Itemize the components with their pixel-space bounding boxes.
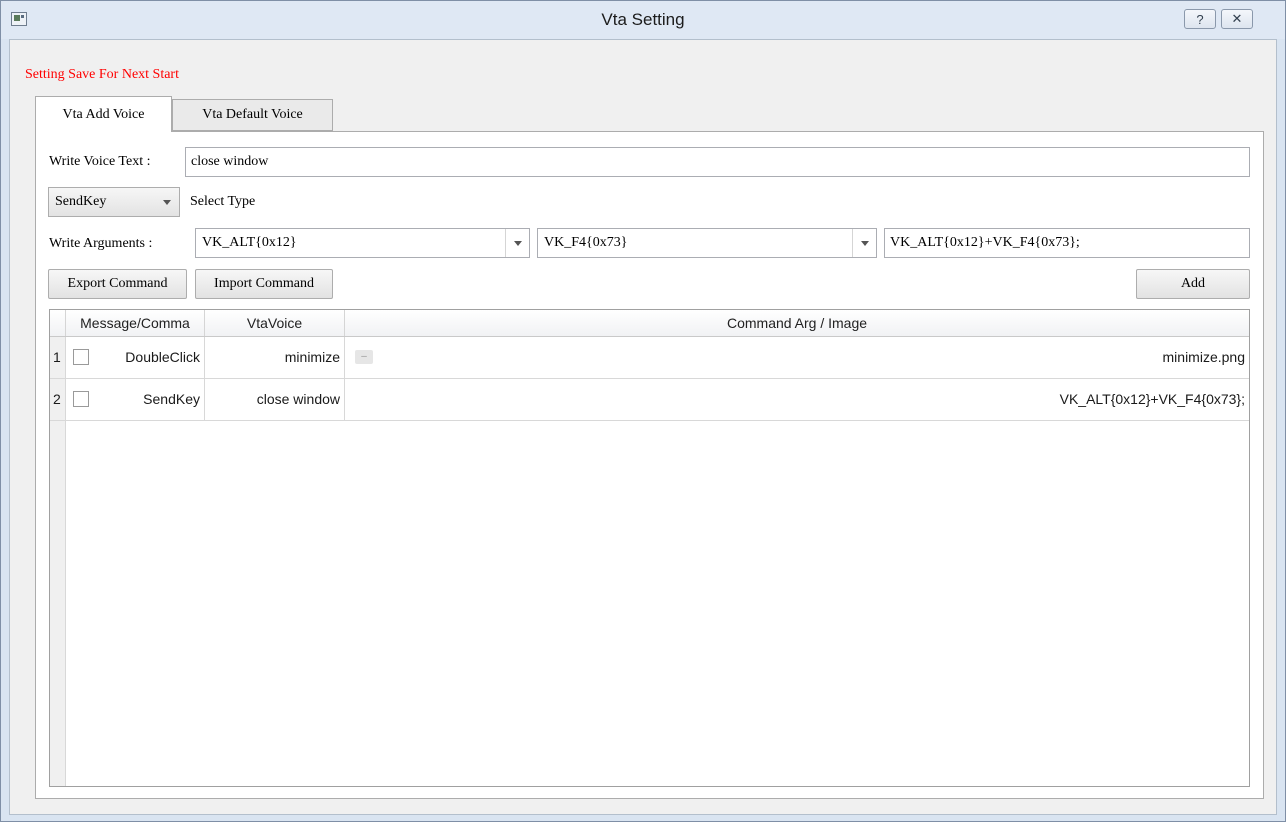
- save-notice: Setting Save For Next Start: [25, 67, 179, 82]
- argument-result-input[interactable]: VK_ALT{0x12}+VK_F4{0x73};: [884, 228, 1250, 258]
- column-header-vtavoice[interactable]: VtaVoice: [205, 310, 345, 336]
- export-command-button[interactable]: Export Command: [48, 269, 187, 299]
- table-header: Message/Comma VtaVoice Command Arg / Ima…: [50, 310, 1249, 337]
- row-number: 2: [50, 379, 66, 420]
- chevron-down-icon[interactable]: [505, 229, 529, 257]
- select-type-label: Select Type: [190, 194, 256, 209]
- voice-text-input[interactable]: close window: [185, 147, 1250, 177]
- import-command-button[interactable]: Import Command: [195, 269, 333, 299]
- cell-message[interactable]: SendKey: [90, 379, 205, 420]
- cell-message[interactable]: DoubleClick: [90, 337, 205, 378]
- add-button[interactable]: Add: [1136, 269, 1250, 299]
- type-select-value: SendKey: [55, 194, 107, 209]
- table-row[interactable]: 2 SendKey close window VK_ALT{0x12}+VK_F…: [50, 379, 1249, 421]
- tab-vta-add-voice[interactable]: Vta Add Voice: [35, 96, 172, 132]
- commands-table[interactable]: Message/Comma VtaVoice Command Arg / Ima…: [49, 309, 1250, 787]
- type-select[interactable]: SendKey: [48, 187, 180, 217]
- chevron-down-icon[interactable]: [852, 229, 876, 257]
- help-button[interactable]: ?: [1184, 9, 1216, 29]
- row-checkbox[interactable]: [73, 349, 89, 365]
- arguments-label: Write Arguments :: [49, 236, 153, 251]
- tab-vta-default-voice[interactable]: Vta Default Voice: [172, 99, 333, 131]
- row-number: 1: [50, 337, 66, 378]
- arg2-combo[interactable]: VK_F4{0x73}: [537, 228, 877, 258]
- cell-command-arg[interactable]: VK_ALT{0x12}+VK_F4{0x73};: [345, 379, 1249, 420]
- close-button[interactable]: ✕: [1221, 9, 1253, 29]
- cell-voice[interactable]: close window: [205, 379, 345, 420]
- column-header-message[interactable]: Message/Comma: [66, 310, 205, 336]
- title-bar[interactable]: Vta Setting ? ✕: [1, 1, 1285, 39]
- table-corner[interactable]: [50, 310, 66, 336]
- window-title: Vta Setting: [601, 10, 685, 29]
- column-header-command-arg[interactable]: Command Arg / Image: [345, 310, 1249, 336]
- cell-voice[interactable]: minimize: [205, 337, 345, 378]
- cell-command-arg[interactable]: minimize.png: [345, 337, 1249, 378]
- arg2-value: VK_F4{0x73}: [544, 235, 628, 250]
- arg1-value: VK_ALT{0x12}: [202, 235, 297, 250]
- row-checkbox[interactable]: [73, 391, 89, 407]
- help-icon: ?: [1196, 11, 1204, 27]
- table-row[interactable]: 1 DoubleClick minimize – minimize.png: [50, 337, 1249, 379]
- voice-text-label: Write Voice Text :: [49, 154, 151, 169]
- arg1-combo[interactable]: VK_ALT{0x12}: [195, 228, 530, 258]
- close-icon: ✕: [1231, 11, 1243, 26]
- chevron-down-icon: [155, 188, 179, 216]
